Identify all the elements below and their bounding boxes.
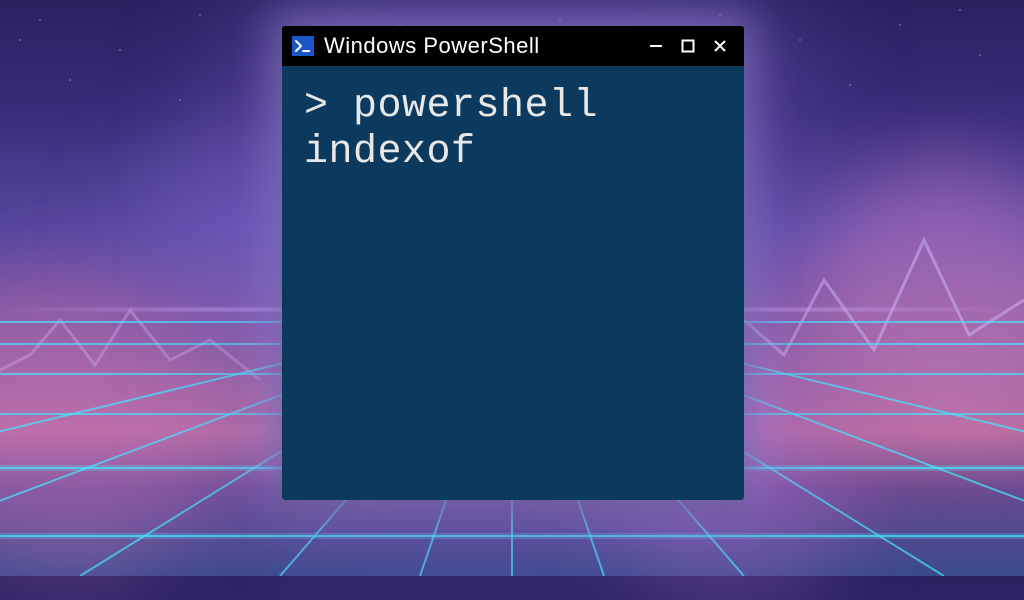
terminal-body[interactable]: > powershell indexof — [282, 66, 744, 500]
minimize-icon — [649, 39, 663, 53]
maximize-button[interactable] — [674, 32, 702, 60]
titlebar[interactable]: Windows PowerShell — [282, 26, 744, 66]
powershell-icon — [292, 36, 314, 56]
close-icon — [713, 39, 727, 53]
close-button[interactable] — [706, 32, 734, 60]
window-title: Windows PowerShell — [324, 33, 632, 59]
maximize-icon — [681, 39, 695, 53]
powershell-window: Windows PowerShell > powershell indexof — [282, 26, 744, 500]
window-controls — [642, 32, 734, 60]
prompt-symbol: > — [304, 84, 353, 129]
minimize-button[interactable] — [642, 32, 670, 60]
